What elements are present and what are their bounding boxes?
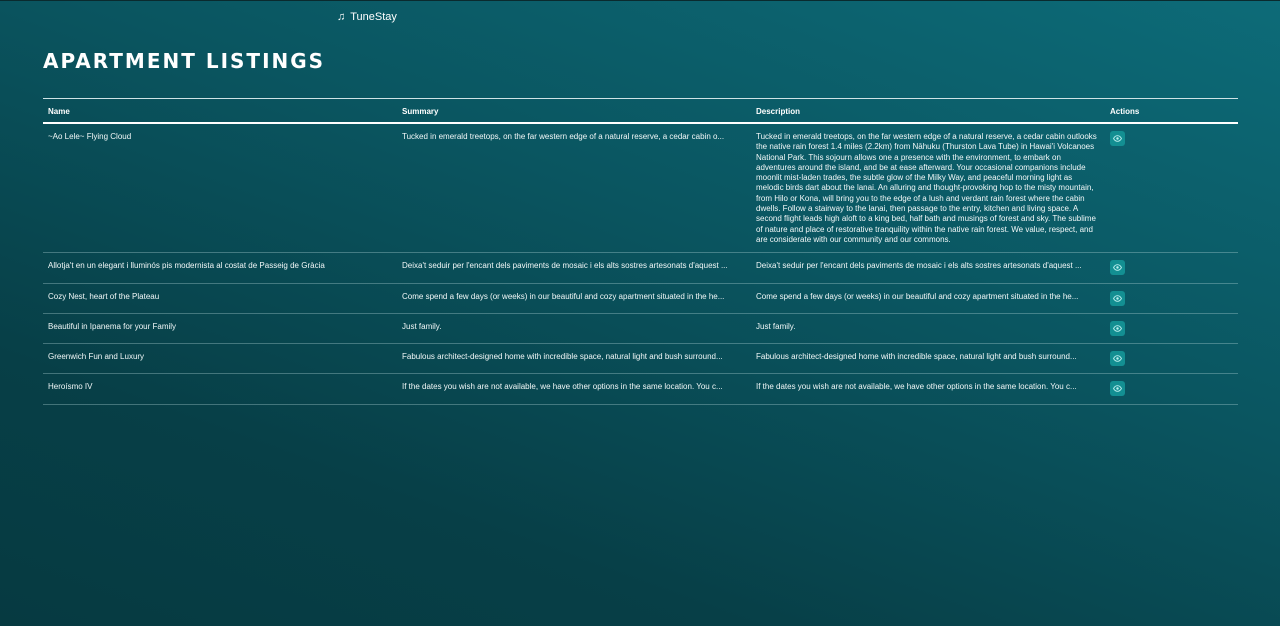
listing-name: ~Ao Lele~ Flying Cloud — [43, 123, 397, 254]
view-listing-button[interactable] — [1110, 320, 1125, 336]
listings-table-container: Name Summary Description Actions ~Ao Lel… — [43, 98, 1238, 405]
listing-description: Just family. — [751, 313, 1105, 345]
view-listing-button[interactable] — [1110, 351, 1125, 367]
brand-link[interactable]: ♫ TuneStay — [337, 11, 397, 23]
listing-description: Come spend a few days (or weeks) in our … — [751, 283, 1105, 314]
listing-description: Deixa't seduir per l'encant dels pavimen… — [751, 252, 1105, 284]
view-listing-button[interactable] — [1110, 131, 1125, 146]
table-row: Beautiful in Ipanema for your Family Jus… — [43, 313, 1238, 345]
listing-actions — [1105, 252, 1238, 284]
table-header-row: Name Summary Description Actions — [43, 98, 1238, 124]
page-title: APARTMENT LISTINGS — [43, 49, 326, 73]
view-listing-button[interactable] — [1110, 260, 1125, 276]
listing-description: Fabulous architect-designed home with in… — [751, 343, 1105, 375]
listing-actions — [1105, 313, 1238, 345]
column-header-name: Name — [43, 98, 397, 124]
listing-name: Beautiful in Ipanema for your Family — [43, 313, 397, 345]
listings-table: Name Summary Description Actions ~Ao Lel… — [43, 98, 1238, 405]
table-row: Heroísmo IV If the dates you wish are no… — [43, 373, 1238, 405]
view-listing-button[interactable] — [1110, 381, 1125, 397]
listing-name: Allotja't en un elegant i lluminós pis m… — [43, 252, 397, 284]
listing-name: Heroísmo IV — [43, 373, 397, 405]
listing-name: Greenwich Fun and Luxury — [43, 343, 397, 375]
top-border — [0, 0, 1280, 1]
listing-actions — [1105, 373, 1238, 405]
listing-actions — [1105, 343, 1238, 375]
eye-icon — [1113, 294, 1122, 302]
listing-summary: If the dates you wish are not available,… — [397, 373, 751, 405]
eye-icon — [1113, 385, 1122, 393]
view-listing-button[interactable] — [1110, 290, 1125, 306]
eye-icon — [1113, 135, 1122, 142]
listing-actions — [1105, 123, 1238, 254]
listing-summary: Tucked in emerald treetops, on the far w… — [397, 123, 751, 254]
listing-summary: Come spend a few days (or weeks) in our … — [397, 283, 751, 314]
listing-actions — [1105, 283, 1238, 314]
table-row: Greenwich Fun and Luxury Fabulous archit… — [43, 343, 1238, 375]
listing-summary: Deixa't seduir per l'encant dels pavimen… — [397, 252, 751, 284]
eye-icon — [1113, 264, 1122, 272]
listing-summary: Just family. — [397, 313, 751, 345]
listing-summary: Fabulous architect-designed home with in… — [397, 343, 751, 375]
column-header-description: Description — [751, 98, 1105, 124]
eye-icon — [1113, 325, 1122, 332]
column-header-actions: Actions — [1105, 98, 1238, 124]
table-row: Cozy Nest, heart of the Plateau Come spe… — [43, 283, 1238, 314]
listing-name: Cozy Nest, heart of the Plateau — [43, 283, 397, 314]
listing-description: Tucked in emerald treetops, on the far w… — [751, 123, 1105, 254]
brand-name: TuneStay — [350, 11, 397, 23]
column-header-summary: Summary — [397, 98, 751, 124]
eye-icon — [1113, 355, 1122, 362]
listing-description: If the dates you wish are not available,… — [751, 373, 1105, 405]
music-note-icon: ♫ — [337, 10, 346, 23]
table-row: Allotja't en un elegant i lluminós pis m… — [43, 252, 1238, 284]
table-row: ~Ao Lele~ Flying Cloud Tucked in emerald… — [43, 123, 1238, 254]
